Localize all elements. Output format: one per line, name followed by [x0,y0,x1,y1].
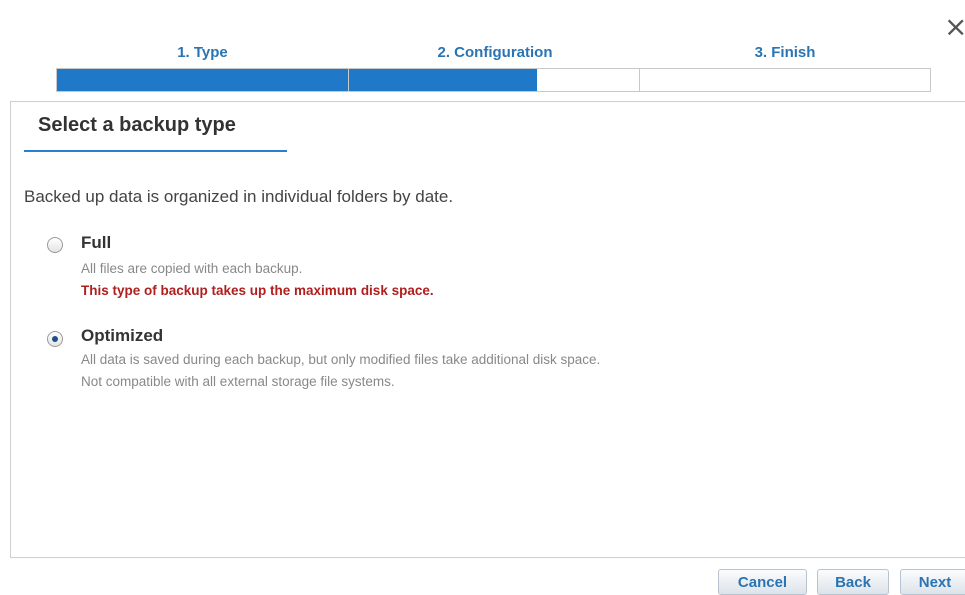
progress-divider [639,69,640,91]
progress-divider [348,69,349,91]
back-button[interactable]: Back [817,569,889,595]
cancel-button[interactable]: Cancel [718,569,807,595]
wizard-progress-bar [56,68,931,92]
step-configuration-label: 2. Configuration [437,44,553,61]
full-option-description: All files are copied with each backup. [81,261,303,276]
full-option-label[interactable]: Full [81,233,111,253]
next-button[interactable]: Next [900,569,965,595]
progress-fill [57,69,538,91]
step-finish-label: 3. Finish [754,44,816,61]
full-radio[interactable] [47,237,63,253]
close-icon[interactable]: × [944,12,965,42]
radio-selected-dot [52,336,58,342]
title-underline [24,150,287,152]
full-option-warning: This type of backup takes up the maximum… [81,283,434,298]
intro-text: Backed up data is organized in individua… [24,187,454,206]
optimized-option-note: Not compatible with all external storage… [81,374,395,389]
panel-title: Select a backup type [38,114,236,136]
optimized-option-label[interactable]: Optimized [81,326,163,346]
step-type-label: 1. Type [177,44,228,61]
optimized-option-description: All data is saved during each backup, bu… [81,352,601,367]
optimized-radio[interactable] [47,331,63,347]
